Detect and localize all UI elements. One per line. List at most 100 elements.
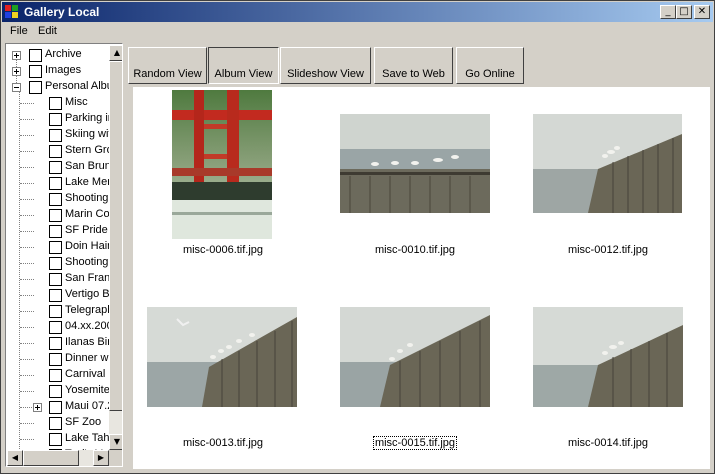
tree-item[interactable]: Parking in xyxy=(7,111,109,127)
tree-item[interactable]: Maui 07.2 xyxy=(7,399,109,415)
thumbnail-image[interactable] xyxy=(533,114,682,213)
tree-item[interactable]: Doin Hair xyxy=(7,239,109,255)
close-button[interactable]: ✕ xyxy=(694,5,710,19)
thumbnail-caption[interactable]: misc-0006.tif.jpg xyxy=(143,244,303,256)
tree-checkbox[interactable] xyxy=(49,369,62,382)
app-icon xyxy=(5,5,19,19)
expand-icon[interactable] xyxy=(33,403,42,412)
scrollbar-corner xyxy=(109,450,122,466)
tree-item[interactable]: Lake Mer xyxy=(7,175,109,191)
tree-checkbox[interactable] xyxy=(49,433,62,446)
thumbnail-image[interactable] xyxy=(172,90,272,239)
tree-checkbox[interactable] xyxy=(49,193,62,206)
thumbnail-image[interactable] xyxy=(340,114,490,213)
tree-checkbox[interactable] xyxy=(49,241,62,254)
tree-checkbox[interactable] xyxy=(49,337,62,350)
tree-item[interactable]: Shooting xyxy=(7,191,109,207)
tree-item[interactable]: SF Zoo xyxy=(7,415,109,431)
thumbnail-caption[interactable]: misc-0014.tif.jpg xyxy=(528,437,688,449)
hscroll-thumb[interactable] xyxy=(23,450,79,466)
tree-item-label: SF Pride xyxy=(65,224,108,236)
tree-item[interactable]: Vertigo Br xyxy=(7,287,109,303)
thumbnail-caption[interactable]: misc-0012.tif.jpg xyxy=(528,244,688,256)
tree-checkbox[interactable] xyxy=(49,209,62,222)
tree-item[interactable]: Images xyxy=(7,63,109,79)
tree-checkbox[interactable] xyxy=(49,129,62,142)
tree-item-label: Archive xyxy=(45,48,82,60)
tree-checkbox[interactable] xyxy=(49,289,62,302)
scroll-down-button[interactable]: ▼ xyxy=(109,434,122,450)
menu-file[interactable]: File xyxy=(10,25,28,37)
tree-checkbox[interactable] xyxy=(29,65,42,78)
thumbnail-image[interactable] xyxy=(340,307,490,407)
tab-go-online[interactable]: Go Online xyxy=(456,47,524,84)
tree-item[interactable]: Lake Tah xyxy=(7,431,109,447)
tab-slideshow-view[interactable]: Slideshow View xyxy=(280,47,371,84)
tree-checkbox[interactable] xyxy=(49,417,62,430)
expand-icon[interactable] xyxy=(12,51,21,60)
tree-checkbox[interactable] xyxy=(29,49,42,62)
tree-vertical-scrollbar[interactable]: ▲ ▼ xyxy=(109,45,122,450)
tree-item-label: Parking in xyxy=(65,112,109,124)
menu-edit[interactable]: Edit xyxy=(38,25,57,37)
tree-connector xyxy=(20,199,34,200)
collapse-icon[interactable] xyxy=(12,83,21,92)
tree-item[interactable]: Misc xyxy=(7,95,109,111)
tree-item-label: Telegraph xyxy=(65,304,109,316)
title-bar[interactable]: Gallery Local _ □ ✕ xyxy=(2,2,713,22)
tree-connector xyxy=(20,135,34,136)
thumbnail-caption[interactable]: misc-0013.tif.jpg xyxy=(143,437,303,449)
tree-checkbox[interactable] xyxy=(49,305,62,318)
tree-item-label: Misc xyxy=(65,96,88,108)
tree-item-label: Vertigo Br xyxy=(65,288,109,300)
tree-checkbox[interactable] xyxy=(49,385,62,398)
tree-item[interactable]: Dinner wit xyxy=(7,351,109,367)
tree-item[interactable]: 04.xx.200 xyxy=(7,319,109,335)
tree-item[interactable]: SF Pride xyxy=(7,223,109,239)
tree-item[interactable]: Archive xyxy=(7,47,109,63)
thumbnail-caption-selected[interactable]: misc-0015.tif.jpg xyxy=(335,436,495,450)
minimize-button[interactable]: _ xyxy=(660,5,676,19)
tree-connector xyxy=(20,215,34,216)
tree-checkbox[interactable] xyxy=(49,177,62,190)
tree-item[interactable]: Marin Cou xyxy=(7,207,109,223)
tree-item[interactable]: Carnival xyxy=(7,367,109,383)
tree-connector xyxy=(20,167,34,168)
tree-item[interactable]: San Franc xyxy=(7,271,109,287)
tree-item[interactable]: Yosemite xyxy=(7,383,109,399)
tree-item[interactable]: Ilanas Birt xyxy=(7,335,109,351)
tree-checkbox[interactable] xyxy=(49,97,62,110)
tree-item[interactable]: Stern Gro xyxy=(7,143,109,159)
scroll-left-button[interactable]: ◀ xyxy=(7,450,23,466)
scroll-right-button[interactable]: ▶ xyxy=(93,450,109,466)
tree-item[interactable]: Personal Albums xyxy=(7,79,109,95)
thumbnail-caption[interactable]: misc-0010.tif.jpg xyxy=(335,244,495,256)
thumbnail-image[interactable] xyxy=(147,307,297,407)
tree-item-label: Maui 07.2 xyxy=(65,400,109,412)
tree-item[interactable]: Skiing with xyxy=(7,127,109,143)
tree-checkbox[interactable] xyxy=(49,145,62,158)
tree-checkbox[interactable] xyxy=(49,225,62,238)
tree-item-label: Doin Hair xyxy=(65,240,109,252)
maximize-button[interactable]: □ xyxy=(676,5,692,19)
tree-checkbox[interactable] xyxy=(49,113,62,126)
scroll-thumb[interactable] xyxy=(109,61,122,411)
tab-random-view[interactable]: Random View xyxy=(128,47,207,84)
thumbnail-image[interactable] xyxy=(533,307,683,407)
scroll-up-button[interactable]: ▲ xyxy=(109,45,122,61)
tree-checkbox[interactable] xyxy=(49,321,62,334)
tree-item[interactable]: Shooting xyxy=(7,255,109,271)
tree-checkbox[interactable] xyxy=(29,81,42,94)
tree-checkbox[interactable] xyxy=(49,401,62,414)
tree-checkbox[interactable] xyxy=(49,273,62,286)
expand-icon[interactable] xyxy=(12,67,21,76)
tree-checkbox[interactable] xyxy=(49,353,62,366)
tree-item[interactable]: San Brun xyxy=(7,159,109,175)
tree-item[interactable]: Telegraph xyxy=(7,303,109,319)
tab-save-to-web[interactable]: Save to Web xyxy=(374,47,453,84)
tree-view[interactable]: Archive Images Personal Albums Misc Parking … xyxy=(7,45,109,450)
tree-checkbox[interactable] xyxy=(49,257,62,270)
tab-album-view[interactable]: Album View xyxy=(208,47,279,84)
tree-horizontal-scrollbar[interactable]: ◀ ▶ xyxy=(7,450,109,466)
tree-checkbox[interactable] xyxy=(49,161,62,174)
